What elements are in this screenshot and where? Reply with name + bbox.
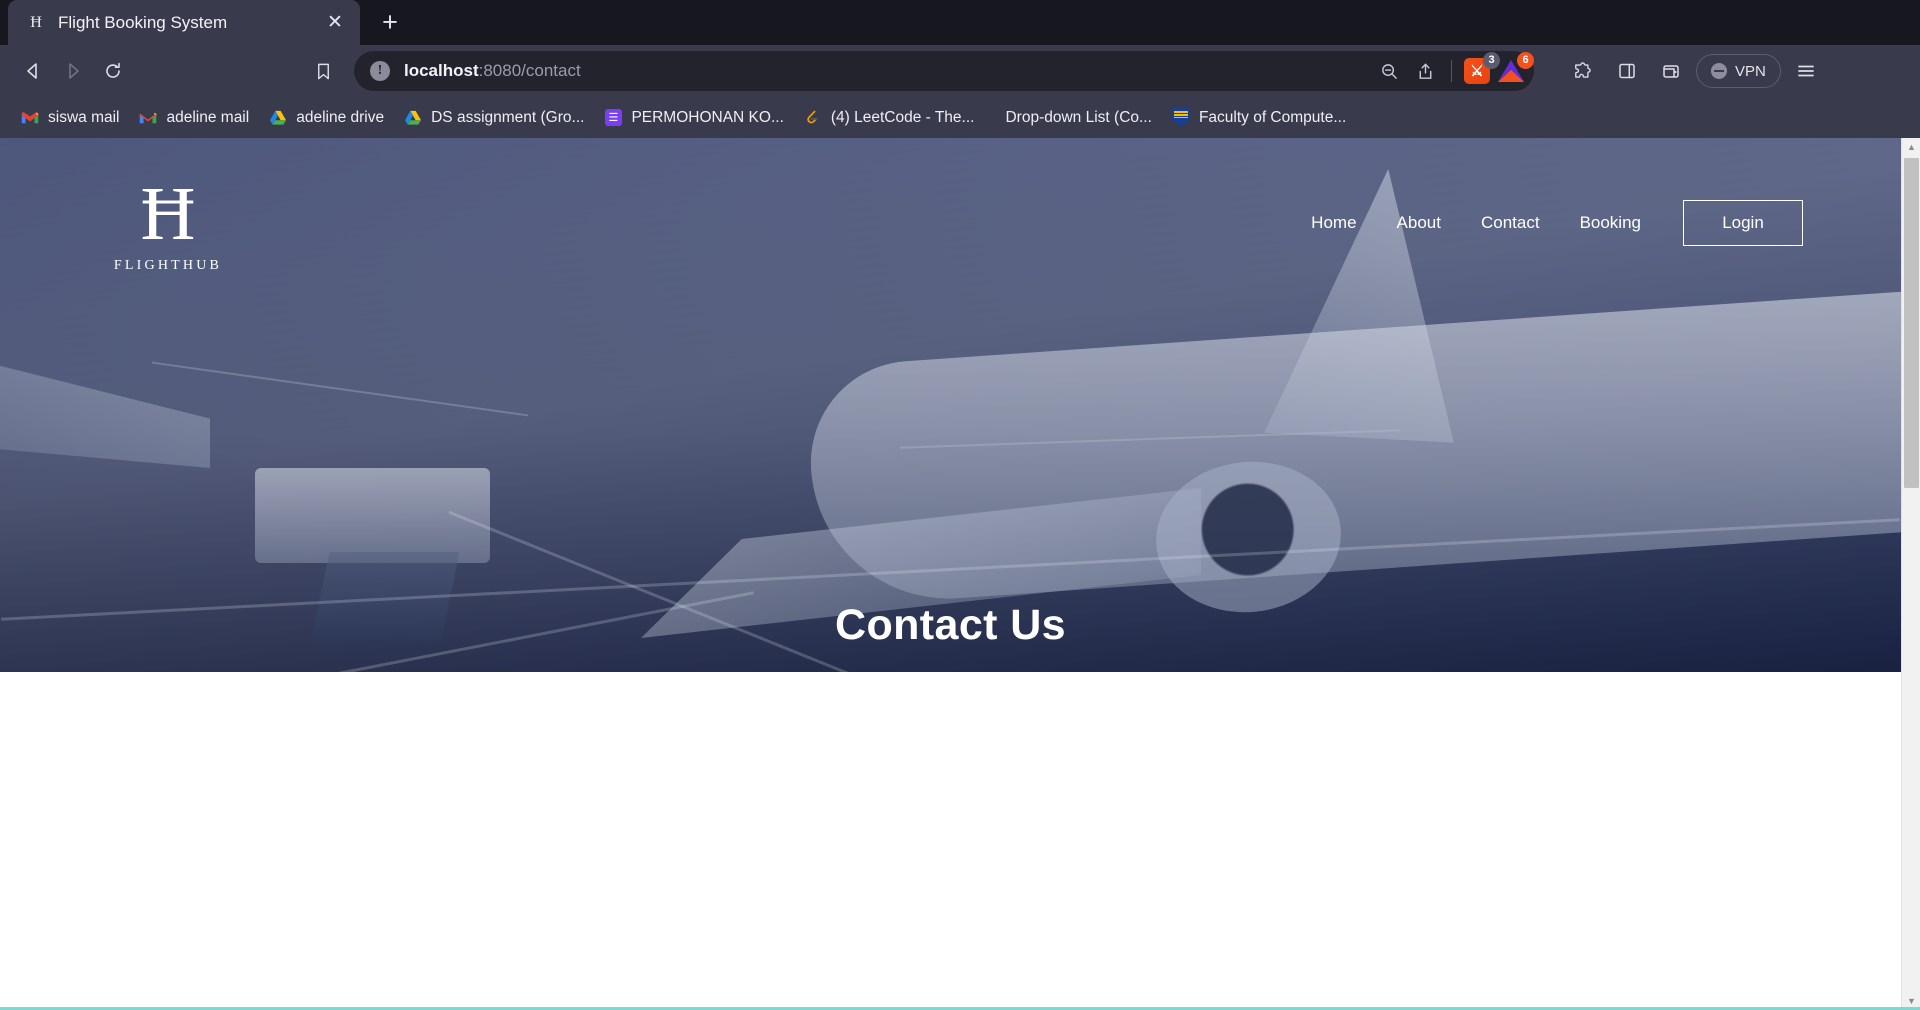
- sidebar-panel-icon[interactable]: [1608, 52, 1646, 90]
- page-title: Contact Us: [835, 601, 1066, 649]
- hero-section: Ħ FLIGHTHUB Home About Contact Booking L…: [0, 138, 1901, 672]
- bookmark-label: Faculty of Compute...: [1198, 108, 1347, 126]
- tab-title: Flight Booking System: [58, 12, 228, 32]
- bookmark-star-icon[interactable]: [304, 52, 342, 90]
- google-drive-icon: [404, 109, 422, 127]
- contact-map-section: ▣ ▣ ▣ ▣ ▣ ▣ BANDAR UTAMA TAMAN TUN DR IS…: [0, 672, 1901, 1010]
- bookmark-label: siswa mail: [48, 108, 120, 126]
- scrollbar-thumb[interactable]: [1904, 158, 1919, 488]
- brave-shields-icon[interactable]: ⚔ 3: [1462, 52, 1500, 86]
- new-tab-button[interactable]: +: [370, 2, 410, 42]
- close-icon[interactable]: ✕: [322, 10, 348, 36]
- reload-button[interactable]: [94, 52, 132, 90]
- bookmark-item[interactable]: Drop-down List (Co...: [985, 104, 1160, 132]
- brave-wallet-icon[interactable]: [1652, 52, 1690, 90]
- login-button[interactable]: Login: [1683, 200, 1803, 246]
- bookmark-label: adeline mail: [166, 108, 250, 126]
- browser-toolbar: ! localhost:8080/contact ⚔ 3 6 VPN: [0, 45, 1920, 97]
- extensions-puzzle-icon[interactable]: [1564, 52, 1602, 90]
- site-info-icon[interactable]: !: [370, 61, 390, 81]
- address-bar[interactable]: ! localhost:8080/contact ⚔ 3 6: [354, 51, 1534, 91]
- bookmark-item[interactable]: adeline drive: [260, 104, 393, 132]
- google-sheets-icon: ☰: [604, 109, 622, 127]
- bookmark-label: PERMOHONAN KO...: [631, 108, 784, 126]
- bookmark-item[interactable]: (4) LeetCode - The...: [795, 104, 984, 132]
- site-logo[interactable]: Ħ FLIGHTHUB: [112, 172, 224, 274]
- hamburger-menu-icon[interactable]: [1787, 52, 1825, 90]
- nav-link-booking[interactable]: Booking: [1560, 200, 1661, 246]
- page-scrollbar[interactable]: ▲ ▼: [1901, 138, 1920, 1010]
- vpn-status-icon: [1711, 63, 1727, 79]
- university-malaya-icon: [1171, 108, 1190, 127]
- page-viewport: Ħ FLIGHTHUB Home About Contact Booking L…: [0, 138, 1920, 1010]
- vpn-label: VPN: [1735, 62, 1766, 80]
- tab-strip: Ħ Flight Booking System ✕ +: [0, 0, 1920, 45]
- web-page: Ħ FLIGHTHUB Home About Contact Booking L…: [0, 138, 1901, 1010]
- bookmark-label: Drop-down List (Co...: [1005, 108, 1152, 126]
- um-crest-glyph: [1171, 108, 1190, 127]
- bookmark-item[interactable]: siswa mail: [12, 104, 128, 132]
- bookmark-item[interactable]: DS assignment (Gro...: [395, 104, 593, 132]
- gmail-icon: [139, 109, 157, 127]
- toolbar-divider: [1451, 60, 1452, 82]
- vpn-button[interactable]: VPN: [1696, 54, 1781, 88]
- sheets-glyph: ☰: [604, 109, 622, 126]
- bookmark-label: (4) LeetCode - The...: [830, 108, 975, 126]
- bookmark-label: DS assignment (Gro...: [431, 108, 585, 126]
- bookmark-item[interactable]: adeline mail: [130, 104, 258, 132]
- logo-monogram: Ħ: [140, 172, 196, 256]
- bookmark-label: adeline drive: [296, 108, 385, 126]
- url-path: :8080/contact: [478, 61, 581, 80]
- zoom-out-icon[interactable]: [1373, 55, 1405, 87]
- google-drive-icon: [269, 109, 287, 127]
- url-host: localhost: [404, 61, 479, 80]
- scroll-up-arrow-icon[interactable]: ▲: [1902, 138, 1920, 156]
- browser-window: Ħ Flight Booking System ✕ + ! localhost:…: [0, 0, 1920, 1010]
- brave-rewards-icon[interactable]: 6: [1496, 52, 1534, 86]
- nav-link-home[interactable]: Home: [1291, 200, 1376, 246]
- nav-link-contact[interactable]: Contact: [1461, 200, 1560, 246]
- nav-link-about[interactable]: About: [1377, 200, 1461, 246]
- url-text: localhost:8080/contact: [404, 61, 1373, 81]
- back-button[interactable]: [14, 52, 52, 90]
- bookmark-item[interactable]: ☰ PERMOHONAN KO...: [595, 104, 792, 132]
- logo-wordmark: FLIGHTHUB: [113, 257, 223, 273]
- share-icon[interactable]: [1409, 55, 1441, 87]
- site-navigation: Home About Contact Booking Login: [1291, 200, 1803, 246]
- rewards-count: 6: [1517, 52, 1534, 69]
- scrollbar-track[interactable]: [1902, 156, 1920, 992]
- browser-tab[interactable]: Ħ Flight Booking System ✕: [8, 0, 360, 45]
- omnibox-actions: ⚔ 3 6: [1373, 52, 1534, 87]
- flighthub-monogram-favicon: Ħ: [30, 13, 42, 31]
- bookmarks-bar: siswa mail adeline mail adeline drive DS…: [0, 97, 1920, 138]
- forward-button[interactable]: [54, 52, 92, 90]
- toolbar-right-actions: VPN: [1564, 52, 1825, 90]
- gmail-icon: [21, 109, 39, 127]
- leetcode-icon: [804, 109, 822, 127]
- bookmark-item[interactable]: Faculty of Compute...: [1163, 104, 1355, 132]
